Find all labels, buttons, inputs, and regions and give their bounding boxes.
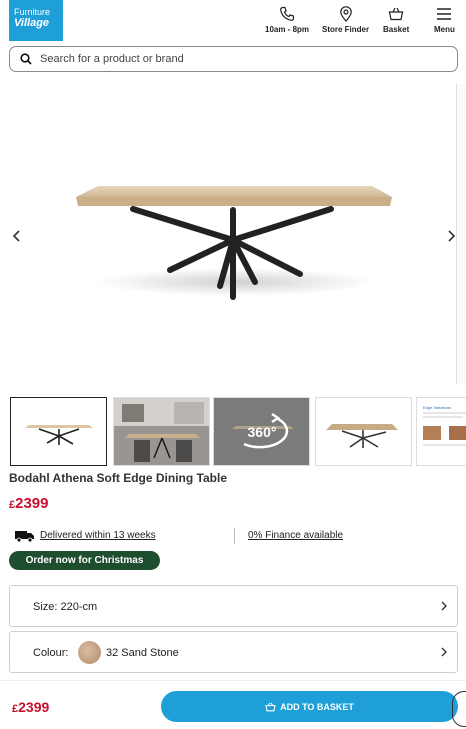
- location-pin-icon: [339, 6, 352, 22]
- menu-button[interactable]: Menu: [434, 6, 455, 34]
- chat-widget-tab[interactable]: [452, 691, 466, 727]
- size-selector[interactable]: Size: 220-cm: [9, 585, 458, 627]
- menu-label: Menu: [434, 25, 455, 34]
- gallery-prev-arrow-icon[interactable]: [12, 230, 22, 242]
- thumb-room-scene[interactable]: [113, 397, 210, 466]
- search-input[interactable]: [40, 53, 430, 65]
- care-sheet-heading: Edge Variations: [423, 405, 451, 410]
- product-main-image[interactable]: [0, 82, 466, 392]
- price-value: 2399: [15, 495, 49, 512]
- next-slide-peek: [456, 84, 466, 384]
- sticky-price-value: 2399: [18, 699, 50, 715]
- info-divider: [234, 528, 235, 544]
- search-icon: [20, 53, 32, 65]
- site-header: Furniture Village 10am - 8pm Store Finde…: [0, 0, 466, 42]
- thumbnail-strip: 360° Edge Variations: [10, 397, 466, 467]
- store-finder-link[interactable]: Store Finder: [322, 6, 369, 34]
- thumb-360-view[interactable]: 360°: [213, 397, 310, 466]
- brand-logo[interactable]: Furniture Village: [9, 0, 63, 41]
- thumb-care-sheet[interactable]: Edge Variations: [416, 397, 466, 466]
- add-to-basket-button[interactable]: ADD TO BASKET: [161, 691, 458, 722]
- colour-selector-label: Colour:: [33, 647, 69, 659]
- thumb-table-angle[interactable]: [315, 397, 412, 466]
- gallery-next-arrow-icon[interactable]: [446, 230, 456, 242]
- logo-line-2: Village: [14, 17, 50, 29]
- size-selector-label: Size: 220-cm: [33, 601, 98, 613]
- product-price: £2399: [9, 495, 49, 512]
- logo-line-1: Furniture: [14, 7, 51, 17]
- store-finder-label: Store Finder: [322, 25, 370, 34]
- chevron-right-icon: [441, 647, 447, 657]
- sticky-purchase-bar: £2399 ADD TO BASKET: [0, 680, 466, 729]
- christmas-order-badge: Order now for Christmas: [9, 551, 160, 570]
- hamburger-menu-icon: [437, 8, 452, 20]
- phone-icon: [280, 6, 295, 21]
- basket-icon: [265, 702, 276, 711]
- product-title: Bodahl Athena Soft Edge Dining Table: [9, 471, 227, 485]
- sticky-price: £2399: [12, 699, 49, 715]
- delivery-truck-icon: [15, 531, 34, 543]
- colour-value: 32 Sand Stone: [106, 647, 179, 659]
- chevron-right-icon: [441, 601, 447, 611]
- dining-table-image: [76, 186, 392, 300]
- colour-swatch: [78, 641, 101, 664]
- basket-label: Basket: [383, 25, 410, 34]
- basket-link[interactable]: Basket: [383, 6, 409, 34]
- delivery-info-link[interactable]: Delivered within 13 weeks: [40, 530, 156, 541]
- thumb-360-label: 360°: [248, 424, 277, 440]
- finance-link[interactable]: 0% Finance available: [248, 530, 343, 541]
- add-to-basket-label: ADD TO BASKET: [280, 701, 354, 712]
- opening-hours-link[interactable]: 10am - 8pm: [265, 6, 309, 34]
- opening-hours-label: 10am - 8pm: [265, 25, 310, 34]
- delivery-finance-row: Delivered within 13 weeks 0% Finance ava…: [14, 528, 454, 546]
- basket-icon: [388, 7, 404, 21]
- colour-selector[interactable]: Colour: 32 Sand Stone: [9, 631, 458, 673]
- thumb-table-main[interactable]: [10, 397, 107, 466]
- search-bar[interactable]: [9, 46, 458, 72]
